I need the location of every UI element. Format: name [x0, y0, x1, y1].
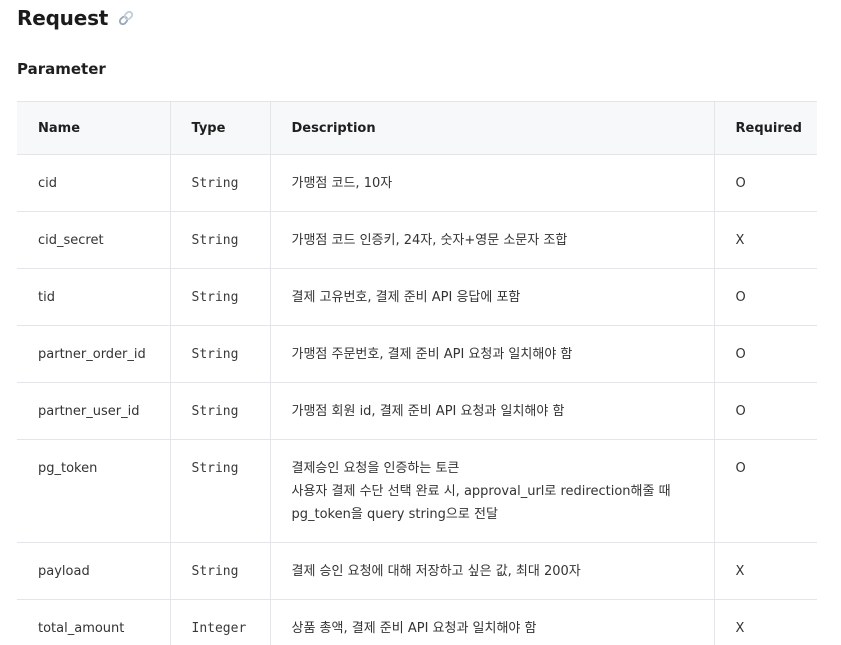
param-description: 가맹점 코드, 10자 [269, 154, 714, 212]
column-header-required: Required [713, 101, 817, 155]
param-description: 상품 총액, 결제 준비 API 요청과 일치해야 함 [269, 599, 714, 645]
param-description: 결제 승인 요청에 대해 저장하고 싶은 값, 최대 200자 [269, 542, 714, 600]
table-row: payload String 결제 승인 요청에 대해 저장하고 싶은 값, 최대 … [17, 542, 817, 600]
param-type: String [169, 382, 270, 440]
param-type: String [169, 439, 270, 543]
param-name: partner_order_id [17, 325, 170, 383]
column-header-description: Description [269, 101, 714, 155]
description-line: 가맹점 회원 id, 결제 준비 API 요청과 일치해야 함 [291, 404, 565, 419]
description-line: 가맹점 주문번호, 결제 준비 API 요청과 일치해야 함 [291, 347, 573, 362]
description-line: 결제승인 요청을 인증하는 토큰 [291, 461, 460, 476]
table-body: cid String 가맹점 코드, 10자 Ocid_secret String 가맹점… [17, 154, 817, 645]
link-icon[interactable] [116, 9, 136, 27]
description-line: 결제 승인 요청에 대해 저장하고 싶은 값, 최대 200자 [291, 564, 581, 579]
parameter-table: Name Type Description Required cid String… [17, 101, 817, 645]
column-header-name: Name [17, 101, 170, 155]
param-name: payload [17, 542, 170, 600]
param-description: 가맹점 코드 인증키, 24자, 숫자+영문 소문자 조합 [269, 211, 714, 269]
param-type: String [169, 211, 270, 269]
param-required: X [713, 542, 817, 600]
table-row: cid String 가맹점 코드, 10자 O [17, 154, 817, 212]
param-required: O [713, 325, 817, 383]
param-name: cid [17, 154, 170, 212]
param-required: O [713, 268, 817, 326]
param-description: 가맹점 주문번호, 결제 준비 API 요청과 일치해야 함 [269, 325, 714, 383]
param-name: pg_token [17, 439, 170, 543]
table-row: partner_order_id String 가맹점 주문번호, 결제 준비 AP… [17, 325, 817, 383]
table-row: pg_token String 결제승인 요청을 인증하는 토큰 사용자 결제 수단 … [17, 439, 817, 543]
param-required: O [713, 439, 817, 543]
param-name: cid_secret [17, 211, 170, 269]
description-line: 가맹점 코드 인증키, 24자, 숫자+영문 소문자 조합 [291, 233, 568, 248]
param-required: X [713, 211, 817, 269]
table-row: total_amount Integer 상품 총액, 결제 준비 API 요청과 … [17, 599, 817, 645]
param-description: 결제승인 요청을 인증하는 토큰사용자 결제 수단 선택 완료 시, appro… [269, 439, 714, 543]
table-row: partner_user_id String 가맹점 회원 id, 결제 준비 AP… [17, 382, 817, 440]
page-title: Request [17, 6, 109, 30]
table-header-row: Name Type Description Required [17, 101, 817, 155]
description-line: 상품 총액, 결제 준비 API 요청과 일치해야 함 [291, 621, 537, 636]
title-row: Request [17, 4, 136, 32]
param-required: X [713, 599, 817, 645]
param-type: String [169, 154, 270, 212]
param-type: String [169, 542, 270, 600]
section-title: Parameter [17, 60, 106, 78]
param-type: Integer [169, 599, 270, 645]
description-line: 사용자 결제 수단 선택 완료 시, approval_url로 redirec… [291, 484, 671, 499]
param-description: 결제 고유번호, 결제 준비 API 응답에 포함 [269, 268, 714, 326]
param-description: 가맹점 회원 id, 결제 준비 API 요청과 일치해야 함 [269, 382, 714, 440]
param-name: tid [17, 268, 170, 326]
description-line: pg_token을 query string으로 전달 [291, 507, 498, 522]
table-row: tid String 결제 고유번호, 결제 준비 API 응답에 포함 O [17, 268, 817, 326]
param-type: String [169, 268, 270, 326]
request-doc-page: Request Parameter Name Type Description … [0, 0, 841, 645]
table-row: cid_secret String 가맹점 코드 인증키, 24자, 숫자+영문 소… [17, 211, 817, 269]
param-name: total_amount [17, 599, 170, 645]
description-line: 결제 고유번호, 결제 준비 API 응답에 포함 [291, 290, 521, 305]
param-name: partner_user_id [17, 382, 170, 440]
param-required: O [713, 154, 817, 212]
param-required: O [713, 382, 817, 440]
param-type: String [169, 325, 270, 383]
description-line: 가맹점 코드, 10자 [291, 176, 393, 191]
column-header-type: Type [169, 101, 270, 155]
